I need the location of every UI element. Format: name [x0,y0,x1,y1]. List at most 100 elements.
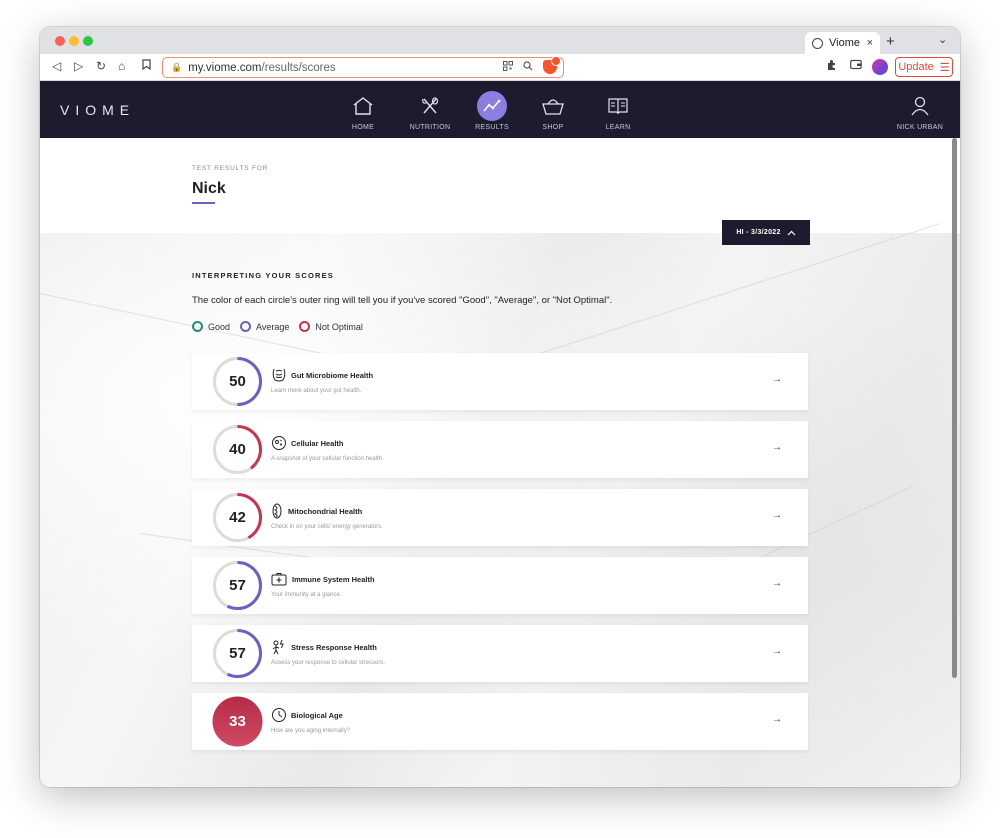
score-title: Immune System Health [292,575,375,584]
url-domain: my.viome.com [188,61,262,74]
menu-icon: ☰ [939,61,950,74]
score-card-immune-system[interactable]: 57 Immune System Health Your immunity at… [192,557,808,614]
score-title: Gut Microbiome Health [291,371,374,380]
mitochondria-icon [272,503,282,519]
extensions-icon[interactable] [826,59,838,74]
brave-shield-icon[interactable] [543,56,561,74]
test-results-for-label: TEST RESULTS FOR [192,165,269,172]
score-card-mitochondrial[interactable]: 42 Mitochondrial Health Check in on your… [192,489,808,546]
interpreting-title: INTERPRETING YOUR SCORES [192,271,335,280]
score-title: Biological Age [291,711,343,720]
arrow-right-icon[interactable]: → [772,714,782,725]
arrow-right-icon[interactable]: → [772,510,782,521]
clock-icon [272,708,286,722]
arrow-right-icon[interactable]: → [772,374,782,385]
minimize-window-button[interactable] [69,36,79,46]
browser-toolbar: ◁ ▷ ↻ ⌂ 🔒 my.viome.com/results/scores Up… [40,54,960,81]
browser-tab[interactable]: Viome × [805,32,880,54]
nav-results-label: RESULTS [475,124,509,131]
scores-section: INTERPRETING YOUR SCORES The color of ea… [40,223,960,787]
score-subtitle: Assess your response to cellular stresso… [271,660,386,666]
legend-average-ring [240,321,252,332]
chevron-up-icon [787,230,796,235]
arrow-right-icon[interactable]: → [772,578,782,589]
home-icon [348,91,378,121]
score-value: 40 [229,441,246,458]
score-subtitle: A snapshot of your cellular function hea… [271,456,384,462]
legend-not-optimal: Not Optimal [299,321,363,332]
bookmark-icon[interactable] [142,59,151,73]
legend-good-ring [192,321,203,332]
score-subtitle: How are you aging internally? [271,728,351,734]
update-button[interactable]: Update ☰ [895,57,953,77]
score-title: Mitochondrial Health [288,507,363,516]
close-window-button[interactable] [55,36,65,46]
update-label: Update [898,61,934,73]
page-scrollbar[interactable] [952,138,958,678]
new-tab-button[interactable]: + [886,33,895,50]
forward-icon[interactable]: ▷ [74,59,83,73]
score-card-stress-response[interactable]: 57 Stress Response Health Assess your re… [192,625,808,682]
score-card-gut-microbiome[interactable]: 50 Gut Microbiome Health Learn more abou… [192,353,808,410]
first-aid-kit-icon [271,573,287,586]
nav-results[interactable]: RESULTS [462,81,522,138]
stress-icon [272,639,284,655]
nav-shop[interactable]: SHOP [523,81,583,138]
arrow-right-icon[interactable]: → [772,442,782,453]
home-icon[interactable]: ⌂ [118,59,125,73]
legend-good-label: Good [208,321,231,332]
book-icon [603,91,633,121]
nav-user[interactable]: NICK URBAN [885,81,955,138]
basket-icon [538,91,568,121]
globe-icon [812,37,823,49]
score-value: 50 [229,373,246,390]
results-header: TEST RESULTS FOR Nick [40,138,960,233]
nav-nutrition-label: NUTRITION [409,124,451,131]
test-date-label: HI - 3/3/2022 [736,229,781,236]
score-card-biological-age[interactable]: 33 Biological Age How are you aging inte… [192,693,808,750]
tab-menu-icon[interactable]: ⌄ [938,33,947,46]
score-value: 42 [229,509,246,526]
score-subtitle: Your immunity at a glance. [271,592,342,598]
nav-home-label: HOME [351,124,375,131]
tab-close-icon[interactable]: × [867,37,873,49]
legend-average: Average [240,321,289,332]
wallet-icon[interactable] [850,59,862,73]
profile-avatar-icon[interactable] [872,59,888,75]
url-path: /results/scores [261,61,336,74]
viome-logo[interactable]: VIOME [60,102,135,118]
score-subtitle: Learn more about your gut health. [271,388,362,394]
nav-shop-label: SHOP [542,124,564,131]
back-icon[interactable]: ◁ [52,59,61,73]
cell-icon [272,436,286,450]
interpreting-description: The color of each circle's outer ring wi… [192,295,613,306]
nav-learn[interactable]: LEARN [588,81,648,138]
tab-strip: Viome × + ⌄ [40,27,960,54]
score-title: Cellular Health [291,439,344,448]
nav-learn-label: LEARN [605,124,631,131]
qr-code-icon[interactable] [503,60,513,74]
score-title: Stress Response Health [291,643,377,652]
legend-not-optimal-label: Not Optimal [315,321,363,332]
arrow-right-icon[interactable]: → [772,646,782,657]
utensils-icon [415,91,445,121]
score-card-cellular[interactable]: 40 Cellular Health A snapshot of your ce… [192,421,808,478]
user-icon [905,91,935,121]
viome-site: VIOME HOME NUTRITION RESULTS SHOP LEARN … [40,81,960,787]
nav-user-label: NICK URBAN [896,124,944,131]
scrollbar-thumb[interactable] [952,138,957,678]
test-date-selector[interactable]: HI - 3/3/2022 [722,220,810,245]
nav-nutrition[interactable]: NUTRITION [400,81,460,138]
nav-home[interactable]: HOME [333,81,393,138]
browser-window: Viome × + ⌄ ◁ ▷ ↻ ⌂ 🔒 my.viome.com/resul… [40,27,960,787]
score-value: 57 [229,577,246,594]
url-bar[interactable]: 🔒 my.viome.com/results/scores [162,56,564,78]
score-legend: Good Average Not Optimal [192,321,363,332]
zoom-icon[interactable] [523,60,533,74]
maximize-window-button[interactable] [83,36,93,46]
tab-title: Viome [829,37,860,49]
user-name: Nick [192,180,226,197]
lock-icon: 🔒 [171,62,183,72]
reload-icon[interactable]: ↻ [96,59,106,73]
score-value: 57 [229,645,246,662]
